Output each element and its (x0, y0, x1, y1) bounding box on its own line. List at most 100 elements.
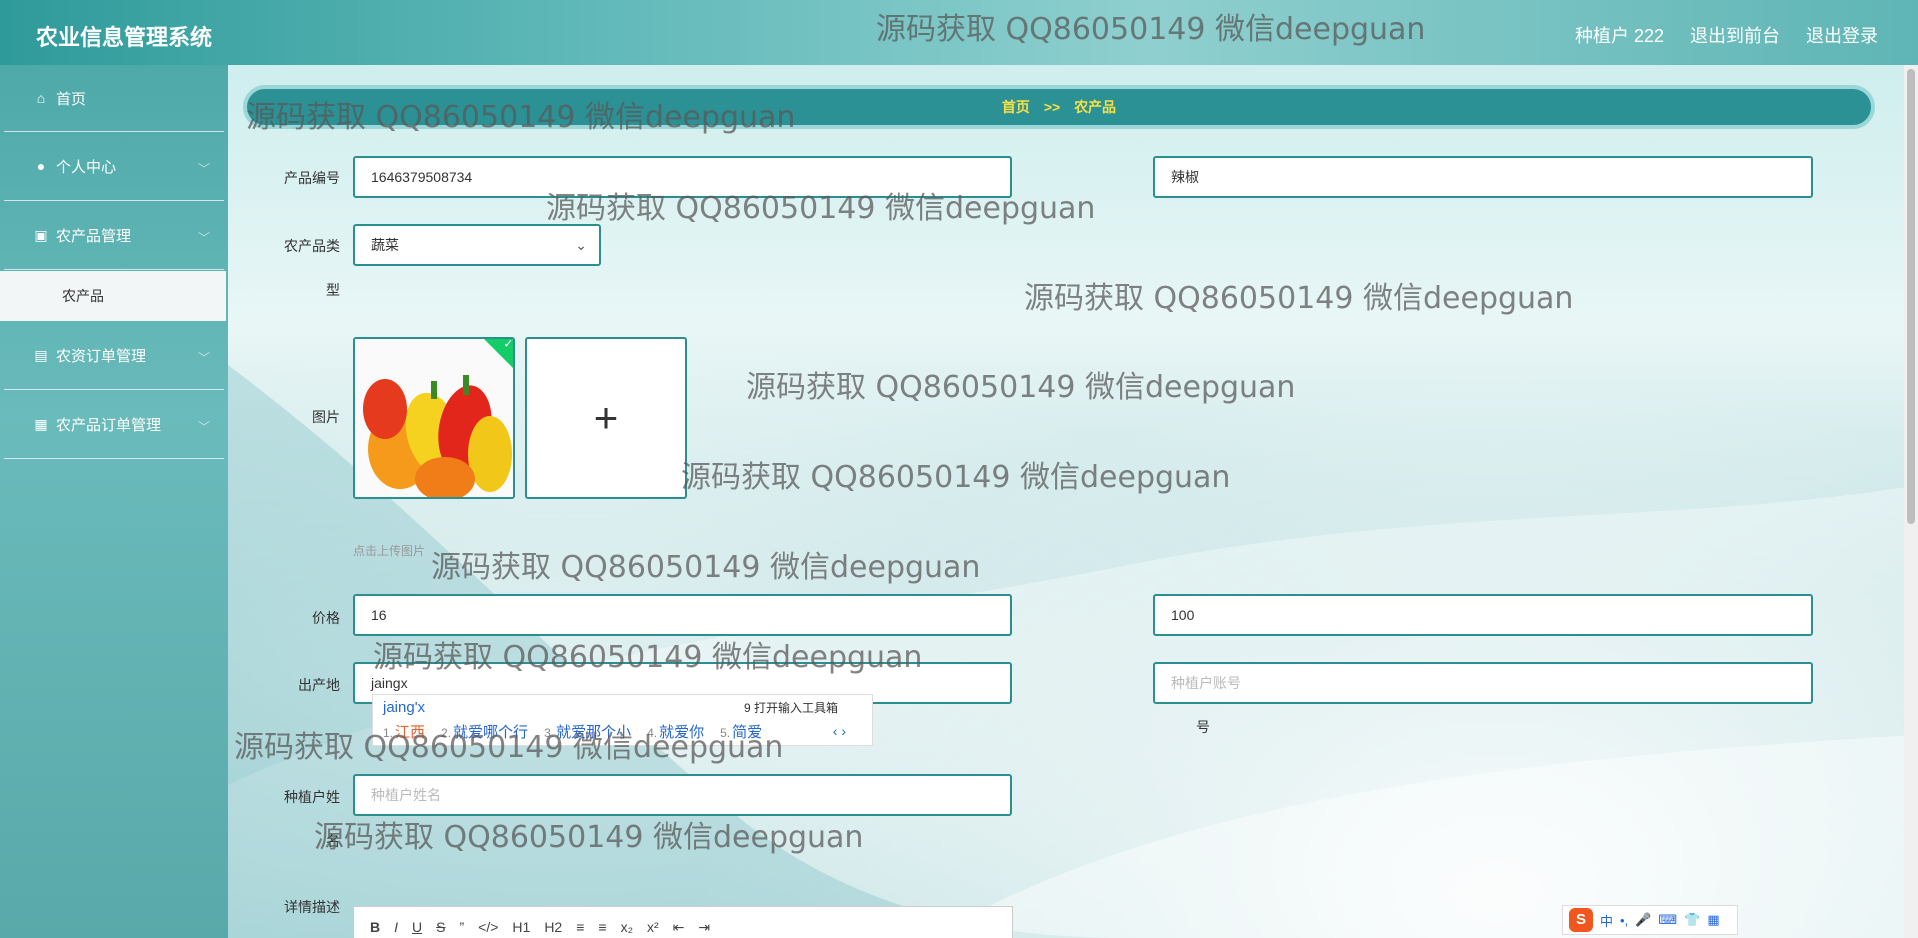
front-page-link[interactable]: 退出到前台 (1690, 22, 1780, 48)
sidebar-item-label: 农产品订单管理 (56, 416, 162, 434)
candidate-index: 5. (720, 726, 731, 740)
page-scrollbar[interactable] (1904, 65, 1918, 938)
check-icon: ✓ (503, 337, 514, 351)
keyboard-icon[interactable]: ⌨ (1658, 912, 1677, 928)
candidate-text: 江西 (395, 724, 426, 741)
chevron-down-icon: ﹀ (197, 420, 210, 434)
ime-candidate-popup: jaing'x 9 打开输入工具箱 1. 江西 2. 就爱哪个行 3. 就爱那个小 4… (372, 694, 873, 746)
scrollbar-thumb[interactable] (1907, 69, 1915, 524)
menu-divider (4, 458, 224, 459)
candidate-index: 4. (647, 726, 658, 740)
editor-toolbar: B I U S ” </> H1 H2 ≡ ≡ x₂ x² ⇤ ⇥ (370, 919, 710, 936)
main-content: 首页 >> 农产品 产品编号 1646379508734 产品名称 辣椒 农产品… (228, 65, 1918, 938)
h2-button[interactable]: H2 (544, 919, 562, 936)
ordered-list-button[interactable]: ≡ (576, 919, 584, 936)
candidate-text: 就爱哪个行 (453, 724, 529, 741)
grower-name-input[interactable]: 种植户姓名 (353, 774, 1012, 816)
underline-button[interactable]: U (412, 919, 422, 936)
bold-button[interactable]: B (370, 919, 380, 936)
app-title: 农业信息管理系统 (36, 26, 213, 51)
product-code-label: 产品编号 (284, 170, 340, 186)
ime-candidate[interactable]: 2. 就爱哪个行 (441, 721, 528, 742)
strike-button[interactable]: S (436, 919, 445, 936)
price-label: 价格 (312, 610, 340, 626)
bullet-list-button[interactable]: ≡ (598, 919, 606, 936)
ime-toolbox-hint[interactable]: 9 打开输入工具箱 (744, 699, 838, 716)
ime-candidate[interactable]: 3. 就爱那个小 (544, 721, 631, 742)
subscript-button[interactable]: x₂ (621, 919, 633, 936)
candidate-index: 1. (383, 726, 394, 740)
ime-candidate[interactable]: 5. 简爱 (720, 721, 762, 742)
sogou-logo-icon[interactable]: S (1569, 908, 1593, 932)
indent-button[interactable]: ⇥ (698, 919, 710, 936)
grid-icon: ▦ (34, 415, 48, 432)
sidebar-item-products[interactable]: ▣ 农产品管理 ﹀ (0, 201, 228, 269)
skin-icon[interactable]: 👕 (1684, 912, 1700, 928)
ime-page-nav[interactable]: ‹ › (833, 723, 846, 739)
chevron-down-icon: ⌄ (575, 237, 587, 253)
rich-text-editor[interactable]: B I U S ” </> H1 H2 ≡ ≡ x₂ x² ⇤ ⇥ (353, 906, 1013, 938)
candidate-index: 2. (441, 726, 452, 740)
origin-label: 出产地 (298, 677, 340, 693)
grower-account-label-wrap: 号 (1196, 719, 1210, 735)
italic-button[interactable]: I (394, 919, 398, 936)
peppers-image (355, 339, 513, 497)
upload-hint: 点击上传图片 (353, 544, 426, 558)
chevron-down-icon: ﹀ (197, 351, 210, 365)
grower-account-input[interactable]: 种植户账号 (1153, 662, 1813, 704)
sidebar-item-label: 农产品管理 (56, 227, 132, 245)
sidebar-item-label: 首页 (56, 90, 87, 108)
menu-divider (4, 269, 224, 270)
microphone-icon[interactable]: 🎤 (1635, 912, 1651, 928)
home-icon: ⌂ (36, 90, 46, 106)
product-code-input[interactable]: 1646379508734 (353, 156, 1012, 198)
product-type-label: 农产品类 (284, 238, 340, 254)
top-header: 农业信息管理系统 种植户 222 退出到前台 退出登录 (0, 0, 1918, 65)
chevron-down-icon: ﹀ (197, 162, 210, 176)
sidebar-item-profile[interactable]: ● 个人中心 ﹀ (0, 132, 228, 200)
quote-button[interactable]: ” (459, 919, 464, 936)
candidate-text: 就爱那个小 (556, 724, 632, 741)
breadcrumb: 首页 >> 农产品 (243, 85, 1875, 129)
candidate-index: 3. (544, 726, 555, 740)
logout-link[interactable]: 退出登录 (1806, 22, 1878, 48)
ime-candidate[interactable]: 4. 就爱你 (647, 721, 704, 742)
product-type-select[interactable]: 蔬菜 ⌄ (353, 224, 601, 266)
superscript-button[interactable]: x² (647, 919, 659, 936)
image-label: 图片 (312, 409, 340, 425)
candidate-text: 简爱 (732, 724, 763, 741)
breadcrumb-separator: >> (1043, 99, 1061, 115)
price-input[interactable]: 16 (353, 594, 1012, 636)
product-image-thumbnail[interactable]: ✓ (353, 337, 515, 499)
sidebar-item-home[interactable]: ⌂ 首页 (0, 65, 228, 131)
product-type-label-wrap: 型 (326, 282, 340, 298)
chinese-mode-icon[interactable]: 中 (1600, 911, 1613, 930)
quantity-input[interactable]: 100 (1153, 594, 1813, 636)
breadcrumb-home[interactable]: 首页 (1002, 99, 1030, 115)
product-name-input[interactable]: 辣椒 (1153, 156, 1813, 198)
sidebar: ⌂ 首页 ● 个人中心 ﹀ ▣ 农产品管理 ﹀ 农产品 ▤ 农资订单管理 ﹀ ▦… (0, 65, 228, 938)
ime-status-tray: S 中 •, 🎤 ⌨ 👕 ▦ (1562, 905, 1738, 935)
ime-candidates: 1. 江西 2. 就爱哪个行 3. 就爱那个小 4. 就爱你 5. 简爱 (383, 721, 762, 742)
ime-composition: jaing'x (383, 699, 426, 716)
sidebar-item-label: 个人中心 (56, 158, 117, 176)
sidebar-item-supply-orders[interactable]: ▤ 农资订单管理 ﹀ (0, 321, 228, 389)
toolbox-icon[interactable]: ▦ (1707, 912, 1719, 928)
briefcase-icon: ▤ (34, 346, 48, 363)
chevron-down-icon: ﹀ (197, 231, 210, 245)
image-upload-button[interactable]: + (525, 337, 687, 499)
chart-icon: ▣ (34, 226, 48, 243)
sidebar-subitem-products[interactable]: 农产品 (0, 271, 226, 321)
sidebar-item-product-orders[interactable]: ▦ 农产品订单管理 ﹀ (0, 390, 228, 458)
code-button[interactable]: </> (478, 919, 498, 936)
punctuation-icon[interactable]: •, (1620, 913, 1628, 928)
h1-button[interactable]: H1 (512, 919, 530, 936)
candidate-text: 就爱你 (659, 724, 705, 741)
grower-name-label-wrap: 名 (326, 833, 340, 849)
user-icon: ● (36, 158, 46, 174)
breadcrumb-current: 农产品 (1074, 99, 1117, 115)
outdent-button[interactable]: ⇤ (673, 919, 685, 936)
ime-candidate[interactable]: 1. 江西 (383, 721, 425, 742)
sidebar-item-label: 农资订单管理 (56, 347, 147, 365)
user-label[interactable]: 种植户 222 (1575, 22, 1664, 48)
